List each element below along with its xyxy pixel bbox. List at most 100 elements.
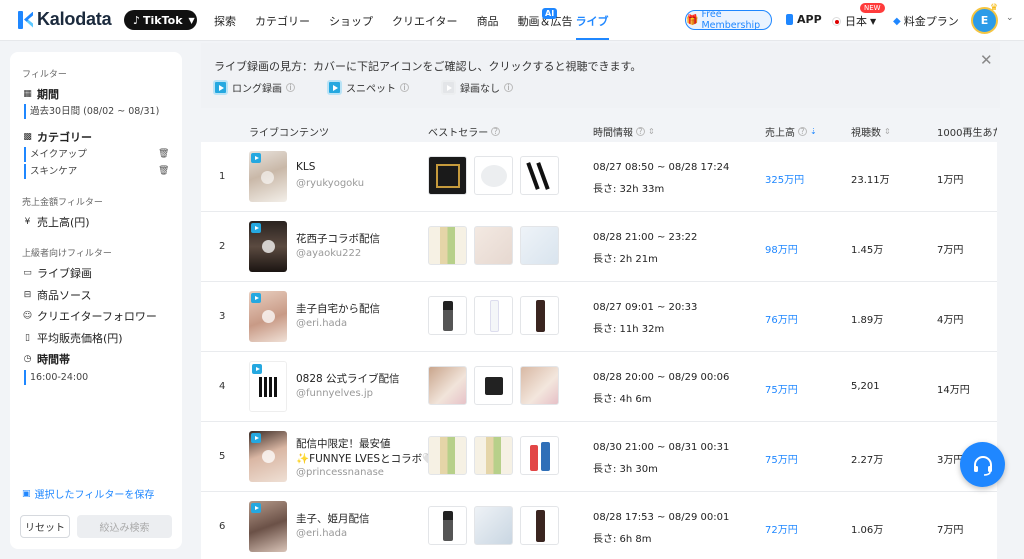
save-filter-link[interactable]: ▣ 選択したフィルターを保存 xyxy=(22,486,154,502)
category-skincare[interactable]: スキンケア xyxy=(24,164,77,179)
product-thumbnail[interactable] xyxy=(474,506,513,545)
live-title[interactable]: 圭子自宅から配信 xyxy=(296,301,380,316)
chevron-down-icon[interactable]: ⌄ xyxy=(1006,13,1014,23)
column-views[interactable]: 視聴数 ⇕ xyxy=(851,124,891,139)
info-icon[interactable]: ? xyxy=(636,127,645,136)
product-thumbnail[interactable] xyxy=(428,506,467,545)
table-row[interactable]: 3 圭子自宅から配信 @eri.hada 08/27 09:01 ~ 20:33… xyxy=(201,282,997,352)
column-sales[interactable]: 売上高? ⇣ xyxy=(765,124,817,139)
sales-value[interactable]: 325万円 xyxy=(765,171,804,186)
info-icon[interactable]: ? xyxy=(798,127,807,136)
play-icon xyxy=(213,80,228,95)
category-filter[interactable]: ▩ カテゴリー xyxy=(22,129,92,145)
live-cover-thumbnail[interactable] xyxy=(249,291,287,342)
product-thumbnail[interactable] xyxy=(428,296,467,335)
period-filter[interactable]: ▦ 期間 xyxy=(22,86,59,102)
nav-creator[interactable]: クリエイター xyxy=(392,13,458,29)
product-thumbnail[interactable] xyxy=(474,156,513,195)
info-icon[interactable]: i xyxy=(400,83,409,92)
platform-selector[interactable]: ♪ TikTok ▼ xyxy=(124,10,197,30)
sales-value[interactable]: 76万円 xyxy=(765,311,798,326)
product-thumbnail[interactable] xyxy=(428,436,467,475)
creator-handle[interactable]: @funnyelves.jp xyxy=(296,388,373,399)
brand-logo[interactable]: Kalodata xyxy=(18,9,112,30)
sort-icon[interactable]: ⇕ xyxy=(648,127,655,136)
live-cover-thumbnail[interactable] xyxy=(249,431,287,482)
product-thumbnail[interactable] xyxy=(474,366,513,405)
table-row[interactable]: 4 0828 公式ライブ配信 @funnyelves.jp 08/28 20:0… xyxy=(201,352,997,422)
nav-shop[interactable]: ショップ xyxy=(329,13,373,29)
live-cover-thumbnail[interactable] xyxy=(249,221,287,272)
sales-value[interactable]: 75万円 xyxy=(765,381,798,396)
sales-value[interactable]: 72万円 xyxy=(765,521,798,536)
reset-button[interactable]: リセット xyxy=(20,515,70,538)
pricing-plan-link[interactable]: ◆ 料金プラン xyxy=(893,13,959,29)
product-thumbnail[interactable] xyxy=(520,156,559,195)
creator-handle[interactable]: @ryukyogoku xyxy=(296,178,364,189)
table-row[interactable]: 5 配信中限定！最安値 ✨FUNNYE LVESとコラボ🤍 @princessn… xyxy=(201,422,997,492)
product-thumbnail[interactable] xyxy=(520,296,559,335)
kalodata-logo-icon xyxy=(18,10,34,29)
product-thumbnail[interactable] xyxy=(474,226,513,265)
live-cover-thumbnail[interactable] xyxy=(249,151,287,202)
creator-follower-filter[interactable]: ☺ クリエイターフォロワー xyxy=(22,308,157,324)
creator-handle[interactable]: @ayaoku222 xyxy=(296,248,361,259)
table-row[interactable]: 6 圭子、姫月配信 @eri.hada 08/28 17:53 ~ 08/29 … xyxy=(201,492,997,559)
column-time-info[interactable]: 時間情報? ⇕ xyxy=(593,124,655,139)
filter-search-button[interactable]: 絞込み検索 xyxy=(77,515,172,538)
info-icon[interactable]: i xyxy=(504,83,513,92)
table-row[interactable]: 1 KLS @ryukyogoku 08/27 08:50 ~ 08/28 17… xyxy=(201,142,997,212)
product-thumbnail[interactable] xyxy=(520,366,559,405)
column-rpm[interactable]: 1000再生あたり xyxy=(937,124,997,139)
close-icon[interactable]: ✕ xyxy=(980,51,993,69)
timeslot-value[interactable]: 16:00-24:00 xyxy=(24,370,88,385)
nav-product[interactable]: 商品 xyxy=(477,13,499,29)
category-makeup[interactable]: メイクアップ xyxy=(24,147,87,162)
free-membership-button[interactable]: 🎁 Free Membership xyxy=(685,9,772,31)
product-thumbnail[interactable] xyxy=(428,156,467,195)
nav-explore[interactable]: 探索 xyxy=(214,13,236,29)
info-icon[interactable]: i xyxy=(286,83,295,92)
customer-support-button[interactable] xyxy=(960,442,1005,487)
product-thumbnail[interactable] xyxy=(428,226,467,265)
sales-value[interactable]: 75万円 xyxy=(765,451,798,466)
sales-value[interactable]: 98万円 xyxy=(765,241,798,256)
play-button-icon xyxy=(262,240,275,253)
live-title[interactable]: KLS xyxy=(296,161,315,173)
product-thumbnail[interactable] xyxy=(474,296,513,335)
live-cover-thumbnail[interactable] xyxy=(249,501,287,552)
product-thumbnail[interactable] xyxy=(428,366,467,405)
sort-icon[interactable]: ⇕ xyxy=(884,127,891,136)
live-recording-filter[interactable]: ▭ ライブ録画 xyxy=(22,265,92,281)
product-thumbnail[interactable] xyxy=(520,226,559,265)
page-scrollbar[interactable] xyxy=(1014,43,1020,559)
product-thumbnail[interactable] xyxy=(474,436,513,475)
info-icon[interactable]: ? xyxy=(491,127,501,136)
live-title[interactable]: 配信中限定！最安値 xyxy=(296,436,391,451)
rank: 2 xyxy=(219,241,226,252)
trash-icon[interactable]: 🗑 xyxy=(158,166,169,176)
live-title[interactable]: 花西子コラボ配信 xyxy=(296,231,380,246)
period-value[interactable]: 過去30日間 (08/02 ~ 08/31) xyxy=(24,104,159,119)
live-cover-thumbnail[interactable] xyxy=(249,361,287,412)
app-link[interactable]: APP xyxy=(786,13,822,26)
creator-handle[interactable]: @princessnanase xyxy=(296,467,384,478)
sales-filter[interactable]: ¥ 売上高(円) xyxy=(22,214,90,230)
table-row[interactable]: 2 花西子コラボ配信 @ayaoku222 08/28 21:00 ~ 23:2… xyxy=(201,212,997,282)
product-source-filter[interactable]: ⊟ 商品ソース xyxy=(22,287,92,303)
language-selector[interactable]: 日本 ▼ xyxy=(832,13,876,29)
live-title[interactable]: 0828 公式ライブ配信 xyxy=(296,371,400,386)
user-icon: ☺ xyxy=(22,311,33,321)
live-title[interactable]: 圭子、姫月配信 xyxy=(296,511,370,526)
trash-icon[interactable]: 🗑 xyxy=(158,149,169,159)
product-thumbnail[interactable] xyxy=(520,506,559,545)
creator-handle[interactable]: @eri.hada xyxy=(296,528,347,539)
nav-live[interactable]: ライブ xyxy=(575,13,609,40)
creator-handle[interactable]: @eri.hada xyxy=(296,318,347,329)
sort-desc-icon[interactable]: ⇣ xyxy=(810,127,817,136)
live-title-line-2[interactable]: ✨FUNNYE LVESとコラボ🤍 xyxy=(296,451,435,466)
nav-category[interactable]: カテゴリー xyxy=(255,13,310,29)
timeslot-filter[interactable]: ◷ 時間帯 xyxy=(22,351,70,367)
product-thumbnail[interactable] xyxy=(520,436,559,475)
avg-price-filter[interactable]: ▯ 平均販売価格(円) xyxy=(22,330,123,346)
